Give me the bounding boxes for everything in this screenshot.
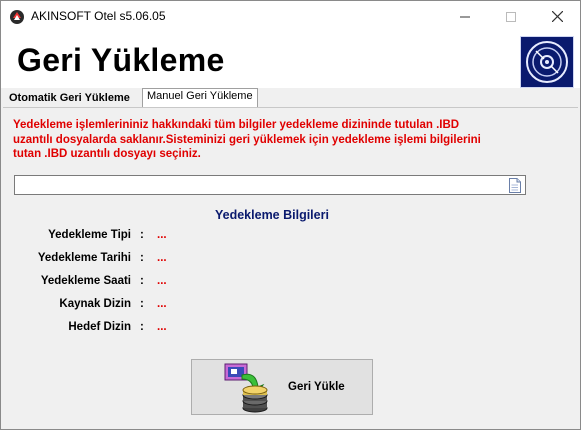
- page-title: Geri Yükleme: [17, 42, 225, 78]
- label-hedef-dizin: Hedef Dizin: [68, 321, 131, 333]
- value-yedekleme-tarihi: ...: [157, 252, 167, 264]
- close-icon: [551, 11, 563, 22]
- restore-button[interactable]: Geri Yükle: [191, 359, 373, 415]
- colon: :: [140, 298, 144, 310]
- window-title: AKINSOFT Otel s5.06.05: [31, 9, 166, 23]
- colon: :: [140, 252, 144, 264]
- minimize-icon: [460, 16, 470, 17]
- value-kaynak-dizin: ...: [157, 298, 167, 310]
- label-yedekleme-saati: Yedekleme Saati: [40, 275, 131, 287]
- colon: :: [140, 229, 144, 241]
- page-header: Geri Yükleme: [1, 32, 580, 88]
- title-bar[interactable]: AKINSOFT Otel s5.06.05: [1, 1, 580, 32]
- tab-otomatik-geri-yukleme[interactable]: Otomatik Geri Yükleme: [5, 90, 134, 108]
- app-window: AKINSOFT Otel s5.06.05 Geri Yükleme Otom…: [0, 0, 581, 430]
- file-path-input[interactable]: [15, 177, 505, 195]
- maximize-icon: [506, 11, 516, 22]
- close-button[interactable]: [534, 1, 580, 32]
- akinsoft-app-icon: [10, 10, 24, 24]
- value-yedekleme-tipi: ...: [157, 229, 167, 241]
- maximize-button[interactable]: [488, 1, 534, 32]
- file-icon[interactable]: [509, 178, 521, 193]
- label-kaynak-dizin: Kaynak Dizin: [59, 298, 131, 310]
- tab-manuel-geri-yukleme[interactable]: Manuel Geri Yükleme: [142, 88, 258, 108]
- colon: :: [140, 275, 144, 287]
- value-hedef-dizin: ...: [157, 321, 167, 333]
- tab-bar: Otomatik Geri Yükleme Manuel Geri Yüklem…: [1, 88, 580, 108]
- label-yedekleme-tarihi: Yedekleme Tarihi: [37, 252, 131, 264]
- section-title: Yedekleme Bilgileri: [215, 208, 329, 222]
- value-yedekleme-saati: ...: [157, 275, 167, 287]
- restore-database-icon: [224, 363, 268, 413]
- file-path-field[interactable]: [14, 175, 526, 195]
- manual-restore-panel: Yedekleme işlemlerininiz hakkındaki tüm …: [3, 107, 578, 429]
- label-yedekleme-tipi: Yedekleme Tipi: [48, 229, 131, 241]
- disc-icon: [520, 36, 574, 88]
- info-text: Yedekleme işlemlerininiz hakkındaki tüm …: [13, 119, 481, 160]
- colon: :: [140, 321, 144, 333]
- minimize-button[interactable]: [442, 1, 488, 32]
- restore-button-label: Geri Yükle: [288, 381, 345, 393]
